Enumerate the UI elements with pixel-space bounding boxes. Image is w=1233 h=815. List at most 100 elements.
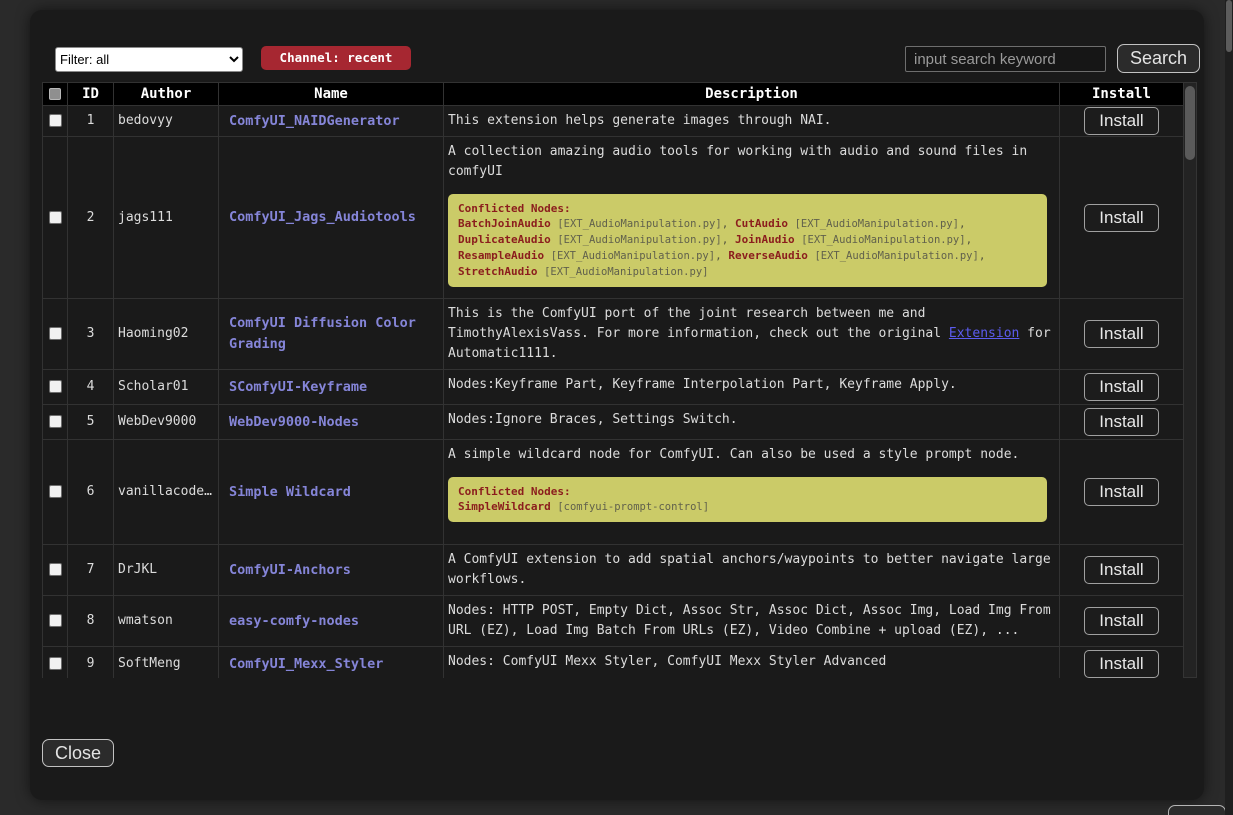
row-checkbox-cell [43, 545, 68, 596]
description-text: This is the ComfyUI port of the joint re… [448, 304, 1051, 364]
page-scrollbar-thumb[interactable] [1226, 0, 1232, 52]
row-description: Nodes: HTTP POST, Empty Dict, Assoc Str,… [444, 596, 1060, 647]
install-button[interactable]: Install [1084, 320, 1158, 348]
row-checkbox-cell [43, 596, 68, 647]
conflict-node-source: [EXT_AudioManipulation.py] [557, 218, 721, 230]
filter-select[interactable]: Filter: all [55, 47, 243, 72]
description-text: Nodes: HTTP POST, Empty Dict, Assoc Str,… [448, 601, 1051, 641]
conflict-node-name: StretchAudio [458, 265, 537, 278]
conflict-node-source: [EXT_AudioManipulation.py] [544, 266, 708, 278]
extension-name-link[interactable]: ComfyUI_Mexx_Styler [229, 656, 383, 672]
row-name-cell: SComfyUI-Keyframe [219, 370, 444, 405]
row-name-cell: ComfyUI_Jags_Audiotools [219, 137, 444, 299]
install-button[interactable]: Install [1084, 478, 1158, 506]
header-install: Install [1060, 83, 1184, 106]
row-name-cell: ComfyUI_NAIDGenerator [219, 106, 444, 137]
row-checkbox[interactable] [49, 415, 62, 428]
row-checkbox[interactable] [49, 657, 62, 670]
row-checkbox[interactable] [49, 563, 62, 576]
install-button[interactable]: Install [1084, 650, 1158, 678]
row-description: This is the ComfyUI port of the joint re… [444, 299, 1060, 370]
row-install-cell: Install [1060, 596, 1184, 647]
row-id: 3 [68, 299, 114, 370]
row-checkbox-cell [43, 299, 68, 370]
channel-badge: Channel: recent [261, 46, 411, 70]
install-button[interactable]: Install [1084, 204, 1158, 232]
clipped-button[interactable] [1168, 805, 1226, 815]
install-button[interactable]: Install [1084, 373, 1158, 401]
header-id: ID [68, 83, 114, 106]
close-button[interactable]: Close [42, 739, 114, 767]
row-id: 5 [68, 405, 114, 440]
extension-name-link[interactable]: easy-comfy-nodes [229, 613, 359, 629]
row-author: SoftMeng [114, 647, 219, 679]
row-description: Nodes: ComfyUI Mexx Styler, ComfyUI Mexx… [444, 647, 1060, 679]
row-id: 6 [68, 440, 114, 545]
description-text: This extension helps generate images thr… [448, 111, 1051, 131]
row-author: jags111 [114, 137, 219, 299]
table-scrollbar[interactable] [1183, 82, 1197, 678]
row-id: 9 [68, 647, 114, 679]
row-id: 1 [68, 106, 114, 137]
table-row: 5WebDev9000 WebDev9000-Nodes Nodes:Ignore … [43, 405, 1184, 440]
extension-name-link[interactable]: ComfyUI-Anchors [229, 562, 351, 578]
custom-nodes-table: ID Author Name Description Install 1bedo… [42, 82, 1183, 678]
row-author: WebDev9000 [114, 405, 219, 440]
row-checkbox[interactable] [49, 327, 62, 340]
row-checkbox[interactable] [49, 114, 62, 127]
conflict-node-source: [EXT_AudioManipulation.py] [801, 234, 965, 246]
row-checkbox-cell [43, 137, 68, 299]
header-checkbox-cell [43, 83, 68, 106]
install-button[interactable]: Install [1084, 107, 1158, 135]
extension-name-link[interactable]: WebDev9000-Nodes [229, 414, 359, 430]
search-button[interactable]: Search [1117, 44, 1200, 73]
extension-name-link[interactable]: Simple Wildcard [229, 484, 351, 500]
row-description: Nodes:Ignore Braces, Settings Switch. [444, 405, 1060, 440]
extension-name-link[interactable]: ComfyUI_Jags_Audiotools [229, 209, 416, 225]
description-text: A simple wildcard node for ComfyUI. Can … [448, 445, 1051, 465]
description-link[interactable]: Extension [949, 326, 1019, 341]
row-author: bedovyy [114, 106, 219, 137]
row-checkbox-cell [43, 405, 68, 440]
install-button[interactable]: Install [1084, 607, 1158, 635]
select-all-checkbox[interactable] [49, 88, 61, 100]
table-row: 8wmatsoneasy-comfy-nodesNodes: HTTP POST… [43, 596, 1184, 647]
search-input[interactable] [905, 46, 1106, 72]
row-id: 8 [68, 596, 114, 647]
row-checkbox[interactable] [49, 614, 62, 627]
row-name-cell: ComfyUI_Mexx_Styler [219, 647, 444, 679]
table-row: 3Haoming02ComfyUI Diffusion Color Gradin… [43, 299, 1184, 370]
row-install-cell: Install [1060, 647, 1184, 679]
conflict-node-source: [comfyui-prompt-control] [557, 501, 709, 513]
extension-name-link[interactable]: ComfyUI Diffusion Color Grading [229, 315, 416, 352]
row-install-cell: Install [1060, 299, 1184, 370]
row-description: This extension helps generate images thr… [444, 106, 1060, 137]
description-text: Nodes:Keyframe Part, Keyframe Interpolat… [448, 375, 1051, 395]
conflicted-nodes-box: Conflicted Nodes:SimpleWildcard [comfyui… [448, 477, 1047, 522]
install-button[interactable]: Install [1084, 408, 1158, 436]
row-checkbox[interactable] [49, 485, 62, 498]
row-checkbox[interactable] [49, 211, 62, 224]
row-checkbox[interactable] [49, 380, 62, 393]
conflict-node-source: [EXT_AudioManipulation.py] [814, 250, 978, 262]
row-name-cell: ComfyUI-Anchors [219, 545, 444, 596]
extension-name-link[interactable]: SComfyUI-Keyframe [229, 379, 367, 395]
header-description: Description [444, 83, 1060, 106]
extension-name-link[interactable]: ComfyUI_NAIDGenerator [229, 113, 400, 129]
row-id: 4 [68, 370, 114, 405]
table-row: 1bedovyy ComfyUI_NAIDGenerator This extens… [43, 106, 1184, 137]
custom-nodes-table-body: 1bedovyy ComfyUI_NAIDGenerator This extens… [43, 106, 1184, 679]
row-id: 2 [68, 137, 114, 299]
conflict-node-source: [EXT_AudioManipulation.py] [557, 234, 721, 246]
row-description: Nodes:Keyframe Part, Keyframe Interpolat… [444, 370, 1060, 405]
conflict-node-name: SimpleWildcard [458, 500, 551, 513]
conflict-node-name: ResampleAudio [458, 249, 544, 262]
conflict-node-name: DuplicateAudio [458, 233, 551, 246]
conflict-title: Conflicted Nodes: [458, 201, 1037, 216]
conflict-node-name: ReverseAudio [728, 249, 807, 262]
table-scrollbar-thumb[interactable] [1185, 86, 1195, 160]
row-install-cell: Install [1060, 370, 1184, 405]
install-button[interactable]: Install [1084, 556, 1158, 584]
description-text: Nodes: ComfyUI Mexx Styler, ComfyUI Mexx… [448, 652, 1051, 672]
page-scrollbar[interactable] [1225, 0, 1233, 815]
